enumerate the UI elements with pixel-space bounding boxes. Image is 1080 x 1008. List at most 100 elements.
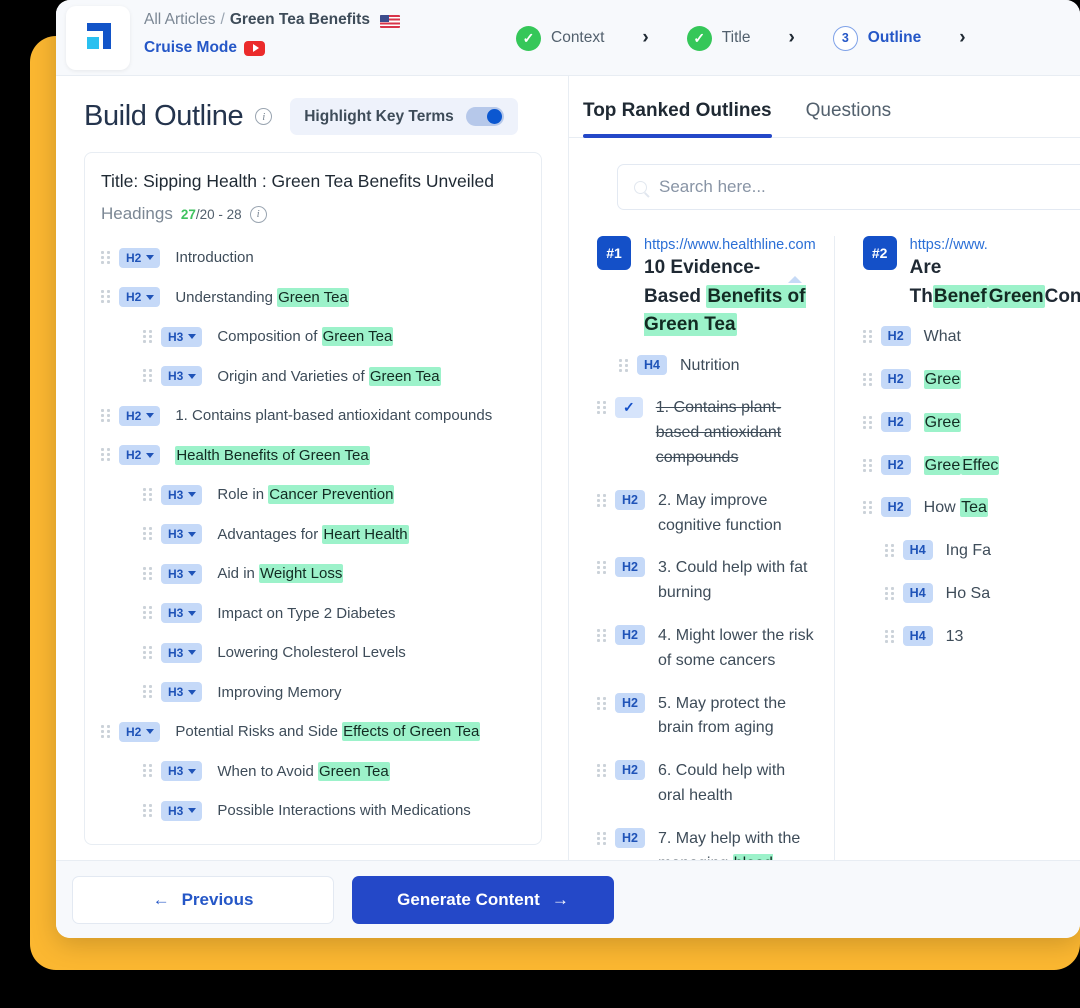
heading-level-badge[interactable]: H2 (615, 557, 645, 578)
ranked-heading-row[interactable]: H2 3. Could help with fat burning (597, 556, 816, 606)
heading-level-select[interactable]: H3 (161, 326, 203, 347)
outline-row[interactable]: H2 Introduction (85, 238, 541, 278)
previous-button[interactable]: ← Previous (72, 875, 334, 924)
breadcrumb-all-articles[interactable]: All Articles (144, 11, 216, 29)
ranked-heading-row[interactable]: H4 Ing Fa (863, 539, 1080, 564)
outline-row[interactable]: H3 Improving Memory (85, 673, 541, 713)
drag-handle-icon[interactable] (101, 724, 110, 739)
heading-level-badge[interactable]: H2 (615, 760, 645, 781)
ranked-heading-row[interactable]: H4 13 (863, 625, 1080, 650)
ranked-heading-row[interactable]: ✓ 1. Contains plant-based antioxidant com… (597, 396, 816, 470)
heading-level-badge[interactable]: H2 (615, 489, 645, 510)
youtube-icon[interactable] (244, 40, 266, 56)
ranked-heading-row[interactable]: H4 Nutrition (597, 354, 816, 379)
ranked-heading-row[interactable]: H2 5. May protect the brain from aging (597, 692, 816, 742)
drag-handle-icon[interactable] (862, 415, 872, 430)
outline-row[interactable]: H2 Understanding Green Tea (85, 278, 541, 318)
search-input[interactable]: Search here... (659, 177, 766, 197)
highlight-key-terms-toggle[interactable]: Highlight Key Terms (290, 98, 518, 135)
outline-row[interactable]: H3 Lowering Cholesterol Levels (85, 633, 541, 673)
heading-level-select[interactable]: H3 (161, 761, 203, 782)
tab-questions[interactable]: Questions (806, 100, 892, 137)
drag-handle-icon[interactable] (597, 831, 606, 846)
drag-handle-icon[interactable] (101, 290, 110, 304)
chevron-up-icon[interactable] (787, 276, 802, 283)
drag-handle-icon[interactable] (597, 561, 606, 575)
drag-handle-icon[interactable] (597, 696, 606, 711)
drag-handle-icon[interactable] (884, 629, 894, 644)
ranked-heading-row[interactable]: H2 Gree (862, 411, 1080, 436)
ranked-heading-row[interactable]: H2 How Tea (862, 496, 1080, 521)
ranked-heading-row[interactable]: H2 2. May improve cognitive function (597, 489, 816, 539)
headings-info-icon[interactable]: i (249, 205, 267, 223)
ranked-heading-row[interactable]: H2 4. Might lower the risk of some cancer… (597, 624, 816, 674)
heading-level-select[interactable]: H3 (161, 603, 203, 624)
heading-level-badge[interactable]: H4 (902, 540, 933, 561)
heading-level-badge[interactable]: H2 (880, 326, 911, 347)
drag-handle-icon[interactable] (597, 764, 606, 778)
highlight-key-terms-switch[interactable] (465, 107, 504, 126)
outline-row[interactable]: H3 When to Avoid Green Tea (85, 752, 541, 792)
cruise-mode-link[interactable]: Cruise Mode (144, 39, 237, 57)
step-context[interactable]: ✓ Context (516, 25, 604, 51)
heading-level-badge[interactable]: H4 (902, 582, 933, 603)
drag-handle-icon[interactable] (101, 408, 110, 423)
heading-level-select[interactable]: H3 (161, 563, 203, 584)
app-logo-tile[interactable] (66, 6, 130, 70)
generate-content-button[interactable]: Generate Content → (352, 875, 614, 924)
drag-handle-icon[interactable] (143, 803, 152, 818)
drag-handle-icon[interactable] (862, 372, 872, 387)
outline-row[interactable]: H2 Potential Risks and Side Effects of Gr… (85, 712, 541, 752)
outline-row[interactable]: H3 Aid in Weight Loss (85, 554, 541, 594)
outline-row[interactable]: H2 Health Benefits of Green Tea (85, 436, 541, 476)
search-box[interactable]: Search here... (617, 164, 1080, 210)
heading-level-select[interactable]: H2 (119, 247, 161, 268)
outline-row[interactable]: H3 Advantages for Heart Health (85, 515, 541, 555)
drag-handle-icon[interactable] (143, 645, 152, 660)
heading-level-select[interactable]: H2 (119, 445, 161, 466)
ranked-heading-row[interactable]: H2 Gree (862, 368, 1080, 393)
step-outline[interactable]: 3 Outline (832, 25, 921, 51)
heading-level-badge[interactable]: H2 (880, 411, 911, 432)
outline-row[interactable]: H3 Possible Interactions with Medications (85, 791, 541, 831)
heading-level-badge[interactable]: H2 (880, 497, 911, 518)
drag-handle-icon[interactable] (884, 544, 894, 558)
ranked-heading-row[interactable]: H2 6. Could help with oral health (597, 759, 816, 809)
drag-handle-icon[interactable] (143, 527, 152, 541)
heading-level-select[interactable]: H3 (161, 524, 203, 545)
heading-level-select[interactable]: H3 (161, 484, 203, 505)
heading-level-select[interactable]: H3 (161, 800, 203, 821)
heading-level-badge[interactable]: H2 (880, 368, 911, 389)
drag-handle-icon[interactable] (143, 566, 152, 581)
drag-handle-icon[interactable] (143, 606, 152, 620)
drag-handle-icon[interactable] (143, 487, 152, 502)
heading-level-select[interactable]: H3 (161, 366, 203, 387)
drag-handle-icon[interactable] (143, 369, 152, 383)
heading-level-select[interactable]: H2 (119, 721, 161, 742)
added-check-icon[interactable]: ✓ (615, 397, 643, 419)
heading-level-badge[interactable]: H4 (637, 354, 667, 375)
outline-row[interactable]: H3 Composition of Green Tea (85, 317, 541, 357)
source-url-link[interactable]: https://www.healthline.com (644, 236, 816, 254)
outline-row[interactable]: H3 Role in Cancer Prevention (85, 475, 541, 515)
drag-handle-icon[interactable] (143, 329, 152, 344)
heading-level-badge[interactable]: H2 (615, 692, 645, 713)
drag-handle-icon[interactable] (862, 501, 872, 515)
heading-level-badge[interactable]: H2 (615, 827, 645, 848)
ranked-heading-row[interactable]: H2 7. May help with the managing blood su… (597, 827, 816, 860)
heading-level-badge[interactable]: H2 (615, 625, 645, 645)
heading-level-select[interactable]: H2 (119, 287, 161, 308)
drag-handle-icon[interactable] (884, 586, 894, 601)
drag-handle-icon[interactable] (143, 764, 152, 778)
source-url-link[interactable]: https://www. (910, 236, 1080, 254)
drag-handle-icon[interactable] (101, 448, 110, 462)
outline-row[interactable]: H2 1. Contains plant-based antioxidant co… (85, 396, 541, 436)
ranked-heading-row[interactable]: H2 What (862, 325, 1080, 350)
outline-row[interactable]: H3 Origin and Varieties of Green Tea (85, 357, 541, 397)
build-outline-info-icon[interactable]: i (255, 108, 273, 125)
drag-handle-icon[interactable] (597, 401, 606, 415)
drag-handle-icon[interactable] (143, 685, 152, 699)
heading-level-badge[interactable]: H4 (902, 625, 933, 646)
drag-handle-icon[interactable] (619, 358, 628, 373)
heading-level-badge[interactable]: H2 (880, 454, 911, 475)
